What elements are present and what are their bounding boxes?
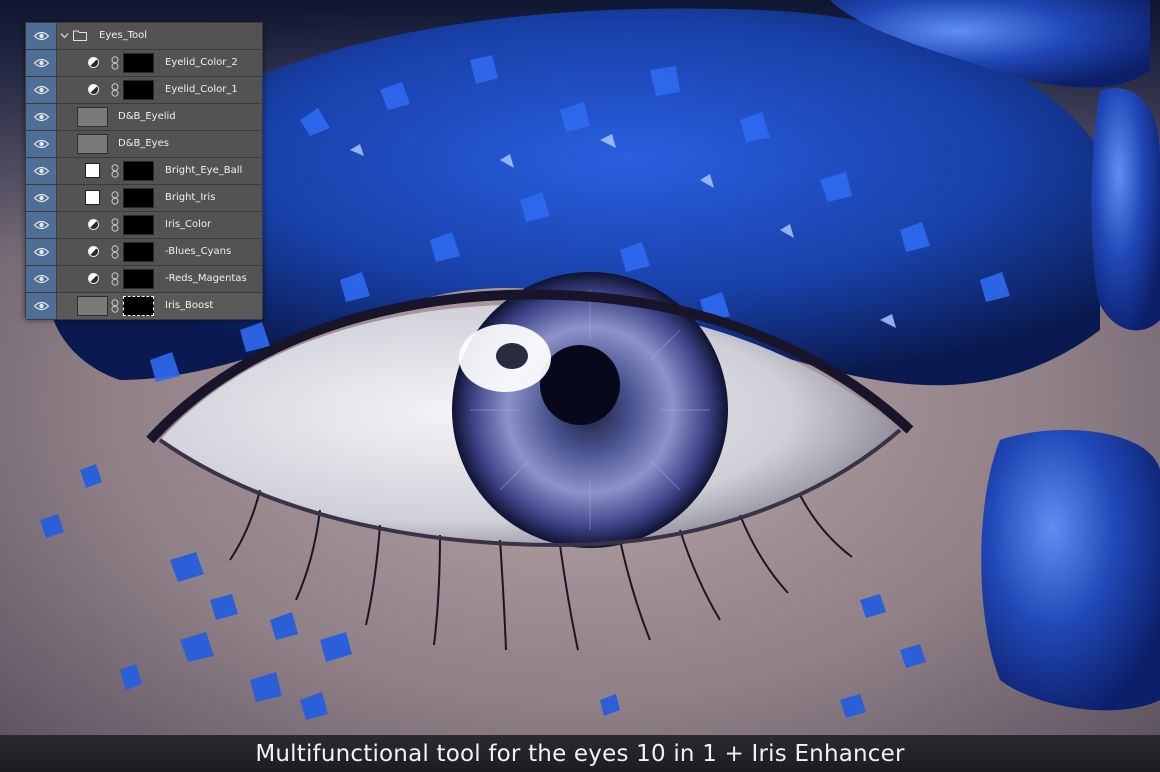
layer-row[interactable]: Bright_Eye_Ball	[26, 158, 262, 185]
layer-row[interactable]: D&B_Eyelid	[26, 104, 262, 131]
eye-icon	[33, 301, 49, 311]
layer-name: D&B_Eyelid	[118, 111, 176, 122]
fill-layer-thumbnail[interactable]	[85, 190, 100, 205]
caption-bar: Multifunctional tool for the eyes 10 in …	[0, 735, 1160, 772]
link-icon[interactable]	[111, 56, 119, 70]
caption-text: Multifunctional tool for the eyes 10 in …	[255, 740, 905, 767]
eye-icon	[33, 274, 49, 284]
chevron-down-icon[interactable]	[60, 31, 69, 40]
layer-mask-thumbnail[interactable]	[123, 80, 154, 100]
layer-thumbnail[interactable]	[77, 107, 108, 127]
link-icon[interactable]	[111, 245, 119, 259]
layer-mask-thumbnail[interactable]	[123, 215, 154, 235]
visibility-toggle[interactable]	[26, 23, 57, 49]
layer-row[interactable]: Iris_Color	[26, 212, 262, 239]
layer-mask-thumbnail[interactable]	[123, 242, 154, 262]
visibility-toggle[interactable]	[26, 77, 57, 103]
eye-icon	[33, 31, 49, 41]
layer-row[interactable]: -Blues_Cyans	[26, 239, 262, 266]
layer-row[interactable]: -Reds_Magentas	[26, 266, 262, 293]
visibility-toggle[interactable]	[26, 212, 57, 238]
visibility-toggle[interactable]	[26, 50, 57, 76]
layer-name: Eyelid_Color_1	[165, 84, 238, 95]
eye-icon	[33, 193, 49, 203]
layer-row-selected[interactable]: Iris_Boost	[26, 293, 262, 320]
visibility-toggle[interactable]	[26, 266, 57, 292]
layers-panel: Eyes_Tool Eyelid_Color_2 Eyelid_Color_1 …	[25, 22, 263, 320]
layer-name: -Reds_Magentas	[165, 273, 247, 284]
layer-name: Bright_Eye_Ball	[165, 165, 243, 176]
layer-name: Eyelid_Color_2	[165, 57, 238, 68]
link-icon[interactable]	[111, 272, 119, 286]
layer-row[interactable]: Eyelid_Color_1	[26, 77, 262, 104]
layer-mask-thumbnail[interactable]	[123, 188, 154, 208]
layer-mask-thumbnail[interactable]	[123, 269, 154, 289]
layer-name: Iris_Boost	[165, 300, 214, 311]
layer-thumbnail[interactable]	[77, 134, 108, 154]
layer-name: Iris_Color	[165, 219, 212, 230]
visibility-toggle[interactable]	[26, 104, 57, 130]
layer-mask-thumbnail[interactable]	[123, 53, 154, 73]
layer-name: -Blues_Cyans	[165, 246, 232, 257]
layer-mask-thumbnail[interactable]	[123, 296, 154, 316]
layer-name: Bright_Iris	[165, 192, 216, 203]
layer-row[interactable]: D&B_Eyes	[26, 131, 262, 158]
visibility-toggle[interactable]	[26, 131, 57, 157]
layer-row[interactable]: Bright_Iris	[26, 185, 262, 212]
visibility-toggle[interactable]	[26, 293, 57, 319]
layer-row[interactable]: Eyelid_Color_2	[26, 50, 262, 77]
eye-icon	[33, 247, 49, 257]
eye-icon	[33, 166, 49, 176]
link-icon[interactable]	[111, 218, 119, 232]
adjustment-layer-icon	[88, 57, 99, 68]
layer-thumbnail[interactable]	[77, 296, 108, 316]
eye-icon	[33, 139, 49, 149]
visibility-toggle[interactable]	[26, 158, 57, 184]
visibility-toggle[interactable]	[26, 239, 57, 265]
eye-icon	[33, 112, 49, 122]
link-icon[interactable]	[111, 191, 119, 205]
layer-name: Eyes_Tool	[99, 30, 148, 41]
eye-icon	[33, 220, 49, 230]
layer-name: D&B_Eyes	[118, 138, 169, 149]
adjustment-layer-icon	[88, 246, 99, 257]
fill-layer-thumbnail[interactable]	[85, 163, 100, 178]
layer-mask-thumbnail[interactable]	[123, 161, 154, 181]
eye-icon	[33, 58, 49, 68]
layer-group-eyes-tool[interactable]: Eyes_Tool	[26, 23, 262, 50]
link-icon[interactable]	[111, 83, 119, 97]
adjustment-layer-icon	[88, 273, 99, 284]
link-icon[interactable]	[111, 164, 119, 178]
folder-icon	[73, 30, 87, 41]
visibility-toggle[interactable]	[26, 185, 57, 211]
eye-icon	[33, 85, 49, 95]
adjustment-layer-icon	[88, 84, 99, 95]
adjustment-layer-icon	[88, 219, 99, 230]
link-icon[interactable]	[111, 299, 119, 313]
